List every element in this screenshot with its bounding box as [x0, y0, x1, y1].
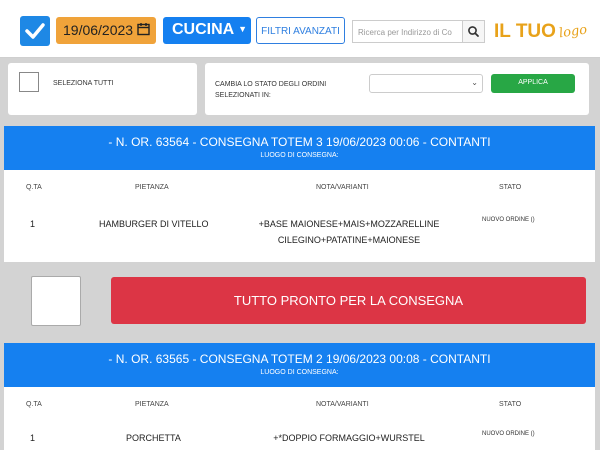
column-header-notes: NOTA/VARIANTI: [316, 401, 369, 408]
item-notes-line-1: +BASE MAIONESE+MAIS+MOZZARELLINE: [258, 219, 440, 229]
search-icon: [468, 26, 479, 37]
state-select[interactable]: ⌄: [369, 74, 483, 93]
select-all-checkbox[interactable]: [19, 72, 39, 92]
column-header-qty: Q.TA: [26, 184, 42, 191]
chevron-down-icon: ⌄: [471, 78, 478, 87]
item-dish: PORCHETTA: [126, 433, 181, 443]
item-qty: 1: [30, 433, 36, 443]
search-button[interactable]: [462, 20, 485, 43]
advanced-filters-button[interactable]: FILTRI AVANZATI: [256, 17, 345, 44]
item-state: NUOVO ORDINE (): [482, 217, 535, 223]
column-header-dish: PIETANZA: [135, 401, 169, 408]
item-notes-line-2: CILEGINO+PATATINE+MAIONESE: [277, 235, 421, 245]
column-header-state: STATO: [499, 184, 522, 191]
apply-button[interactable]: APPLICA: [491, 74, 575, 93]
select-all-label: SELEZIONA TUTTI: [53, 80, 114, 87]
department-value: CUCINA: [172, 21, 235, 38]
department-select[interactable]: CUCINA ▼: [163, 17, 251, 44]
search-input[interactable]: Ricerca per Indirizzo di Co: [352, 20, 462, 43]
order-footer: TUTTO PRONTO PER LA CONSEGNA: [4, 262, 595, 334]
ready-for-delivery-button[interactable]: TUTTO PRONTO PER LA CONSEGNA: [111, 277, 586, 324]
item-dish: HAMBURGER DI VITELLO: [99, 219, 209, 229]
change-state-label: CAMBIA LO STATO DEGLI ORDINI SELEZIONATI…: [215, 81, 327, 99]
delivery-location-label: LUOGO DI CONSEGNA:: [260, 369, 339, 376]
order-header: - N. OR. 63565 - CONSEGNA TOTEM 2 19/06/…: [4, 343, 595, 387]
svg-text:logo: logo: [558, 23, 588, 42]
column-header-state: STATO: [499, 401, 522, 408]
order-select-checkbox[interactable]: [31, 276, 81, 326]
date-input[interactable]: 19/06/2023: [56, 17, 156, 44]
column-header-dish: PIETANZA: [135, 184, 169, 191]
chevron-down-icon: ▼: [238, 24, 247, 34]
master-checkbox[interactable]: [20, 16, 50, 46]
order-items-table: Q.TA PIETANZA NOTA/VARIANTI STATO 1 HAMB…: [4, 170, 595, 262]
column-header-notes: NOTA/VARIANTI: [316, 184, 369, 191]
checkbox-checked-icon: [25, 23, 45, 39]
item-state: NUOVO ORDINE (): [482, 431, 535, 437]
order-title: - N. OR. 63565 - CONSEGNA TOTEM 2 19/06/…: [108, 352, 491, 366]
order-title: - N. OR. 63564 - CONSEGNA TOTEM 3 19/06/…: [108, 135, 491, 149]
brand-logo: IL TUO logo: [493, 12, 593, 46]
item-qty: 1: [30, 219, 36, 229]
date-value: 19/06/2023: [63, 22, 134, 38]
calendar-icon[interactable]: [137, 22, 150, 39]
item-notes-line-1: +*DOPPIO FORMAGGIO+WURSTEL: [273, 433, 425, 443]
svg-text:IL TUO: IL TUO: [494, 21, 556, 42]
delivery-location-label: LUOGO DI CONSEGNA:: [260, 152, 339, 159]
order-items-table: Q.TA PIETANZA NOTA/VARIANTI STATO 1 PORC…: [4, 387, 595, 450]
order-header: - N. OR. 63564 - CONSEGNA TOTEM 3 19/06/…: [4, 126, 595, 170]
column-header-qty: Q.TA: [26, 401, 42, 408]
